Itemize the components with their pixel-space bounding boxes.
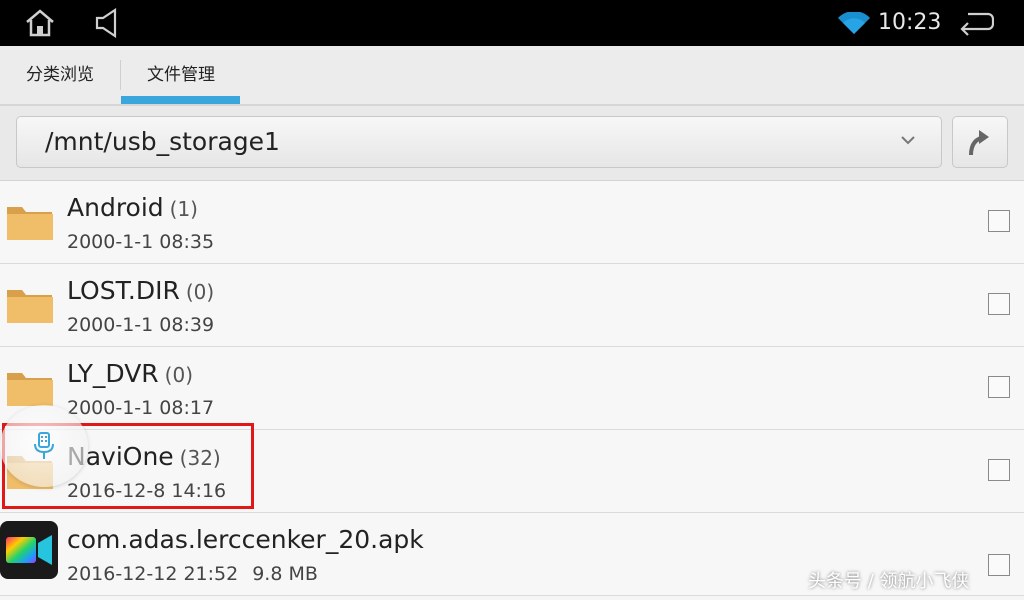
select-checkbox[interactable] (988, 210, 1010, 232)
file-name: LOST.DIR (67, 276, 180, 305)
file-date: 2000-1-1 08:35 (67, 231, 215, 253)
file-count: (1) (169, 197, 198, 221)
path-dropdown[interactable]: /mnt/usb_storage1 (16, 116, 942, 168)
folder-icon (6, 203, 54, 245)
path-bar: /mnt/usb_storage1 (0, 106, 1024, 181)
select-checkbox[interactable] (988, 554, 1010, 576)
file-name: com.adas.lerccenker_20.apk (67, 525, 424, 554)
chevron-down-icon (899, 131, 917, 153)
home-icon[interactable] (24, 8, 56, 42)
wifi-icon (838, 11, 870, 40)
volume-icon[interactable] (94, 7, 122, 42)
microphone-icon (34, 432, 54, 459)
select-checkbox[interactable] (988, 376, 1010, 398)
tab-category-browse[interactable]: 分类浏览 (0, 46, 120, 104)
select-checkbox[interactable] (988, 459, 1010, 481)
file-name: Android (67, 193, 164, 222)
video-app-icon (0, 521, 58, 583)
floating-mic-button[interactable] (0, 405, 88, 487)
back-icon[interactable] (958, 10, 995, 40)
file-date: 2000-1-1 08:17 (67, 397, 215, 419)
clock: 10:23 (878, 10, 942, 35)
file-row-android[interactable]: Android (1) 2000-1-1 08:35 (0, 181, 1024, 264)
file-count: (0) (185, 280, 215, 304)
file-date: 2000-1-1 08:39 (67, 314, 215, 336)
tab-indicator (121, 96, 240, 104)
file-name: LY_DVR (67, 359, 159, 388)
folder-icon (6, 286, 54, 328)
file-size: 9.8 MB (252, 563, 318, 585)
up-arrow-icon (965, 127, 997, 163)
file-row-ly-dvr[interactable]: LY_DVR (0) 2000-1-1 08:17 (0, 347, 1024, 430)
file-list: Android (1) 2000-1-1 08:35 LOST.DIR (0) 20… (0, 181, 1024, 596)
status-bar: 10:23 (0, 0, 1024, 46)
watermark: 头条号 / 领航小飞侠 (808, 571, 970, 592)
file-count: (0) (164, 363, 194, 387)
file-date: 2016-12-12 21:52 (67, 563, 239, 585)
file-row-lost-dir[interactable]: LOST.DIR (0) 2000-1-1 08:39 (0, 264, 1024, 347)
up-level-button[interactable] (952, 116, 1008, 168)
path-text: /mnt/usb_storage1 (45, 127, 280, 156)
select-checkbox[interactable] (988, 293, 1010, 315)
